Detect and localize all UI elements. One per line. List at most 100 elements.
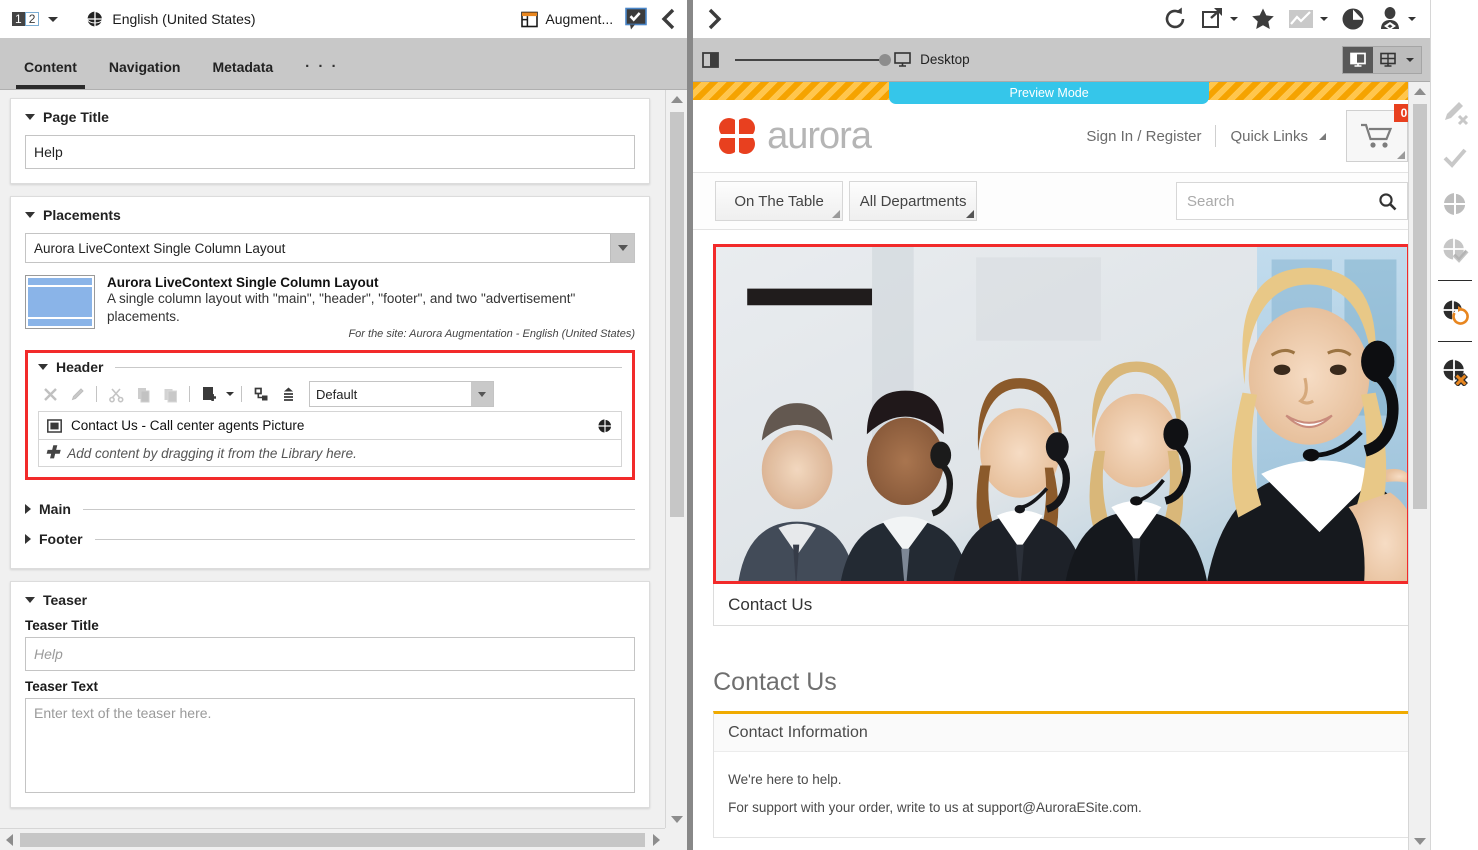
form-topbar: 12 English (United States) Augment... (0, 0, 687, 38)
header-section-header[interactable]: Header (38, 359, 622, 375)
scroll-thumb[interactable] (670, 112, 684, 517)
panel-title: Contact Information (714, 714, 1409, 752)
scroll-left-arrow-icon[interactable] (0, 834, 18, 846)
link-nodes-icon[interactable] (249, 382, 273, 406)
delete-globe-icon[interactable] (1435, 350, 1475, 394)
search-icon[interactable] (1378, 192, 1397, 211)
page-title-section-label: Page Title (43, 109, 109, 125)
delete-icon[interactable] (38, 382, 62, 406)
preview-viewport: Preview Mode aurora Sign In / Register (693, 82, 1430, 850)
chevron-down-icon[interactable] (1230, 17, 1238, 21)
scroll-down-arrow-icon[interactable] (1409, 832, 1430, 850)
layout-select[interactable]: Aurora LiveContext Single Column Layout (25, 233, 635, 263)
header-view-select[interactable]: Default (309, 381, 494, 407)
tab-navigation[interactable]: Navigation (93, 45, 197, 89)
approve-check-icon[interactable] (1435, 136, 1475, 180)
quick-links-label: Quick Links (1230, 128, 1308, 145)
form-horizontal-scrollbar[interactable] (0, 828, 665, 850)
version-badge[interactable]: 12 (6, 12, 39, 26)
chevron-down-icon[interactable] (471, 382, 493, 406)
image-chart-icon[interactable] (1288, 8, 1314, 30)
scroll-up-arrow-icon[interactable] (1409, 82, 1430, 100)
comment-check-icon[interactable] (623, 6, 649, 32)
list-item[interactable]: Contact Us - Call center agents Picture (38, 411, 622, 439)
search-input[interactable]: Search (1176, 182, 1408, 220)
scroll-right-arrow-icon[interactable] (647, 834, 665, 846)
nav-button-all-departments[interactable]: All Departments (849, 181, 977, 221)
edit-pencil-icon[interactable] (65, 382, 89, 406)
placements-section-header[interactable]: Placements (25, 207, 635, 223)
chevron-down-icon[interactable] (610, 234, 634, 262)
flower-logo-icon (715, 114, 759, 158)
collapse-triangle-icon[interactable] (25, 114, 35, 120)
panel-body: We're here to help. For support with you… (714, 752, 1409, 837)
publish-globe-icon[interactable] (1435, 182, 1475, 226)
collapse-triangle-icon[interactable] (25, 212, 35, 218)
site-label: Augment... (545, 11, 613, 27)
page-title-input[interactable]: Help (25, 135, 635, 169)
chevron-down-icon[interactable] (48, 17, 58, 22)
chevron-down-icon[interactable] (226, 392, 234, 396)
multi-view-icon[interactable] (1373, 47, 1403, 73)
tab-overflow[interactable]: · · · (289, 45, 354, 89)
layout-title: Aurora LiveContext Single Column Layout (107, 275, 635, 290)
layout-site-note: For the site: Aurora Augmentation - Engl… (107, 328, 635, 340)
hero-image-container[interactable] (713, 244, 1410, 584)
chevron-down-icon[interactable] (1408, 17, 1416, 21)
user-icon[interactable] (1378, 6, 1402, 32)
scroll-thumb[interactable] (20, 833, 645, 847)
teaser-section-header[interactable]: Teaser (25, 592, 635, 608)
footer-section-header[interactable]: Footer (25, 524, 635, 554)
drop-hint-row[interactable]: ✚ Add content by dragging it from the Li… (38, 439, 622, 467)
tab-content[interactable]: Content (8, 45, 93, 89)
clock-icon[interactable] (1340, 6, 1366, 32)
list-stack-icon[interactable] (276, 382, 300, 406)
site-navbar: On The Table All Departments Search (693, 172, 1430, 230)
scroll-up-arrow-icon[interactable] (666, 90, 687, 108)
published-globe-check-icon[interactable] (1435, 228, 1475, 272)
teaser-text-input[interactable]: Enter text of the teaser here. (25, 698, 635, 793)
paste-icon[interactable] (158, 382, 182, 406)
form-tabs: Content Navigation Metadata · · · (0, 38, 687, 90)
cancel-checkout-icon[interactable] (1435, 90, 1475, 134)
star-icon[interactable] (1250, 6, 1276, 32)
single-view-icon[interactable] (1343, 47, 1373, 73)
chevron-right-icon[interactable] (701, 6, 727, 32)
locale-selector[interactable]: English (United States) (86, 10, 255, 28)
scroll-thumb[interactable] (1413, 104, 1427, 509)
page-title-section-header[interactable]: Page Title (25, 109, 635, 125)
tab-metadata[interactable]: Metadata (196, 45, 289, 89)
collapse-triangle-icon[interactable] (38, 364, 48, 370)
open-in-new-window-icon[interactable] (1200, 7, 1224, 31)
teaser-title-input[interactable]: Help (25, 637, 635, 671)
nav-button-on-the-table[interactable]: On The Table (715, 181, 843, 221)
chevron-down-icon[interactable] (1320, 17, 1328, 21)
sign-in-register-link[interactable]: Sign In / Register (1086, 128, 1201, 145)
collapse-triangle-icon[interactable] (25, 597, 35, 603)
site-indicator[interactable]: Augment... (521, 11, 613, 28)
panel-toggle-icon[interactable] (701, 50, 721, 70)
chevron-down-icon[interactable] (1406, 58, 1414, 62)
content-form-pane: 12 English (United States) Augment... (0, 0, 687, 850)
chevron-left-icon[interactable] (657, 6, 681, 32)
preview-vertical-scrollbar[interactable] (1408, 82, 1430, 850)
scroll-down-arrow-icon[interactable] (666, 810, 687, 828)
device-width-slider[interactable]: Desktop (735, 52, 970, 67)
copy-icon[interactable] (131, 382, 155, 406)
globe-published-icon[interactable] (597, 418, 613, 434)
new-content-icon[interactable] (197, 382, 221, 406)
aurora-logo[interactable]: aurora (715, 114, 871, 158)
expand-triangle-icon[interactable] (25, 504, 31, 514)
withdraw-globe-icon[interactable] (1435, 289, 1475, 333)
slider-knob[interactable] (879, 54, 891, 66)
quick-links-menu[interactable]: Quick Links (1230, 128, 1326, 145)
page-layout-icon (521, 11, 538, 28)
preview-pane: Desktop Preview Mode (693, 0, 1430, 850)
version-badge-left: 1 (12, 12, 25, 26)
reload-icon[interactable] (1162, 6, 1188, 32)
cut-scissors-icon[interactable] (104, 382, 128, 406)
form-vertical-scrollbar[interactable] (665, 90, 687, 828)
expand-triangle-icon[interactable] (25, 534, 31, 544)
cart-button[interactable]: 0 (1346, 110, 1408, 162)
main-section-header[interactable]: Main (25, 494, 635, 524)
